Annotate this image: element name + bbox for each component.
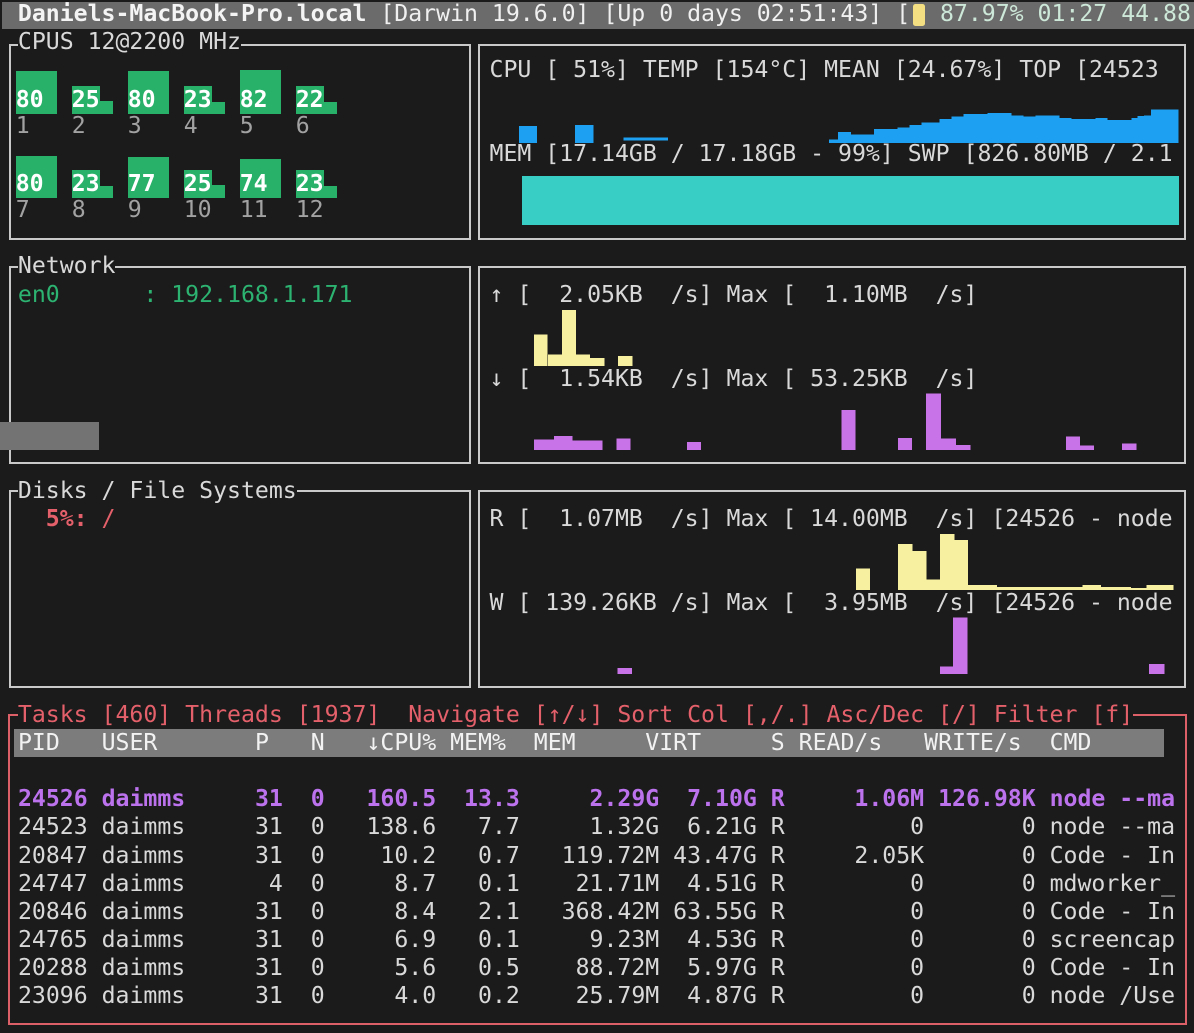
tasks-header-row: PID USER P N ↓CPU% MEM% MEM VIRT S READ/… [4,729,1091,757]
battery-stats: 87.97% 01:27 44.88 [926,0,1191,27]
disk-write-chart [519,614,1179,674]
system-info: [Darwin 19.6.0] [Up 0 days 02:51:43] [ [366,0,910,27]
disk-usage-line: 5%: / [18,505,116,533]
status-bar: Daniels-MacBook-Pro.local [Darwin 19.6.0… [0,0,1194,29]
cpu-summary-line: CPU [ 51%] TEMP [154°C] MEAN [24.67%] TO… [490,56,1159,84]
cpu-core-bar-tail [268,159,282,198]
cpu-core-bar-tail [100,186,114,198]
cpu-core-bar-tail [212,185,226,198]
hostname: Daniels-MacBook-Pro.local [18,0,367,27]
selection-highlight [0,422,99,450]
battery-icon [913,4,925,26]
net-upload-line: ↑ [ 2.05KB /s] Max [ 1.10MB /s] [490,281,978,309]
cpu-panel-title: CPUS 12@2200 MHz [18,28,241,56]
cpu-core-index: 1 [16,112,30,140]
disk-read-chart [519,530,1179,590]
process-row[interactable]: 24526 daimms 31 0 160.5 13.3 2.29G 7.10G… [4,785,1180,813]
cpu-core-bar-tail [100,101,114,114]
cpu-core-index: 12 [296,196,324,224]
cpu-core-pct: 23 [72,170,100,198]
cpu-core-pct: 82 [240,86,268,114]
process-row[interactable]: 20846 daimms 31 0 8.4 2.1 368.42M 63.55G… [4,898,1180,926]
cpu-core-pct: 80 [16,86,44,114]
cpu-core-pct: 25 [184,170,212,198]
disk-usage-pct: 5%: [18,505,88,532]
cpu-core-pct: 22 [296,86,324,114]
cpu-core-bar-tail [324,186,338,198]
cpu-core-bar-tail [268,70,282,114]
cpu-core-index: 11 [240,196,268,224]
cpu-core-pct: 80 [128,86,156,114]
tasks-table-header: PID USER P N ↓CPU% MEM% MEM VIRT S READ/… [14,729,1164,757]
cpu-core-pct: 80 [16,170,44,198]
cpu-core-bar-tail [324,102,338,114]
cpu-core-index: 4 [184,112,198,140]
cpu-core-pct: 23 [184,86,212,114]
network-panel-title: Network [18,252,116,280]
cpu-history-chart [519,103,1179,143]
net-upload-chart [519,306,1179,366]
cpu-core-bar-tail [156,71,170,113]
terminal-screen: Daniels-MacBook-Pro.local [Darwin 19.6.0… [0,0,1194,1033]
mem-usage-bar [522,176,1179,225]
process-row[interactable]: 20847 daimms 31 0 10.2 0.7 119.72M 43.47… [4,842,1180,870]
cpu-core-pct: 23 [296,170,324,198]
net-download-chart [519,390,1179,450]
cpu-core-index: 9 [128,196,142,224]
process-row[interactable]: 24747 daimms 4 0 8.7 0.1 21.71M 4.51G R … [4,870,1180,898]
cpu-core-bar-tail [212,102,226,114]
cpu-core-index: 7 [16,196,30,224]
disks-panel-title: Disks / File Systems [18,477,297,505]
mem-summary-line: MEM [17.14GB / 17.18GB - 99%] SWP [826.8… [490,140,1173,168]
process-row[interactable]: 24523 daimms 31 0 138.6 7.7 1.32G 6.21G … [4,813,1180,841]
cpu-core-index: 10 [184,196,212,224]
disk-read-line: R [ 1.07MB /s] Max [ 14.00MB /s] [24526 … [490,505,1173,533]
process-row[interactable]: 23096 daimms 31 0 4.0 0.2 25.79M 4.87G R… [4,982,1180,1010]
cpu-core-pct: 74 [240,170,268,198]
net-download-line: ↓ [ 1.54KB /s] Max [ 53.25KB /s] [490,365,978,393]
network-interface-line: en0 : 192.168.1.171 [18,281,353,309]
cpu-core-pct: 77 [128,170,156,198]
disk-usage-path: / [88,505,116,532]
cpu-core-index: 2 [72,112,86,140]
cpu-core-index: 3 [128,112,142,140]
tasks-panel-title: Tasks [460] Threads [1937] Navigate [↑/↓… [18,701,1133,729]
cpu-core-pct: 25 [72,86,100,114]
disk-write-line: W [ 139.26KB /s] Max [ 3.95MB /s] [24526… [490,589,1173,617]
cpu-core-index: 6 [296,112,310,140]
cpu-core-index: 8 [72,196,86,224]
cpu-core-index: 5 [240,112,254,140]
process-row[interactable]: 24765 daimms 31 0 6.9 0.1 9.23M 4.53G R … [4,926,1180,954]
process-row[interactable]: 20288 daimms 31 0 5.6 0.5 88.72M 5.97G R… [4,954,1180,982]
cpu-core-bar-tail [44,156,58,198]
cpu-core-bar-tail [44,71,58,113]
cpu-core-bar-tail [156,157,170,198]
